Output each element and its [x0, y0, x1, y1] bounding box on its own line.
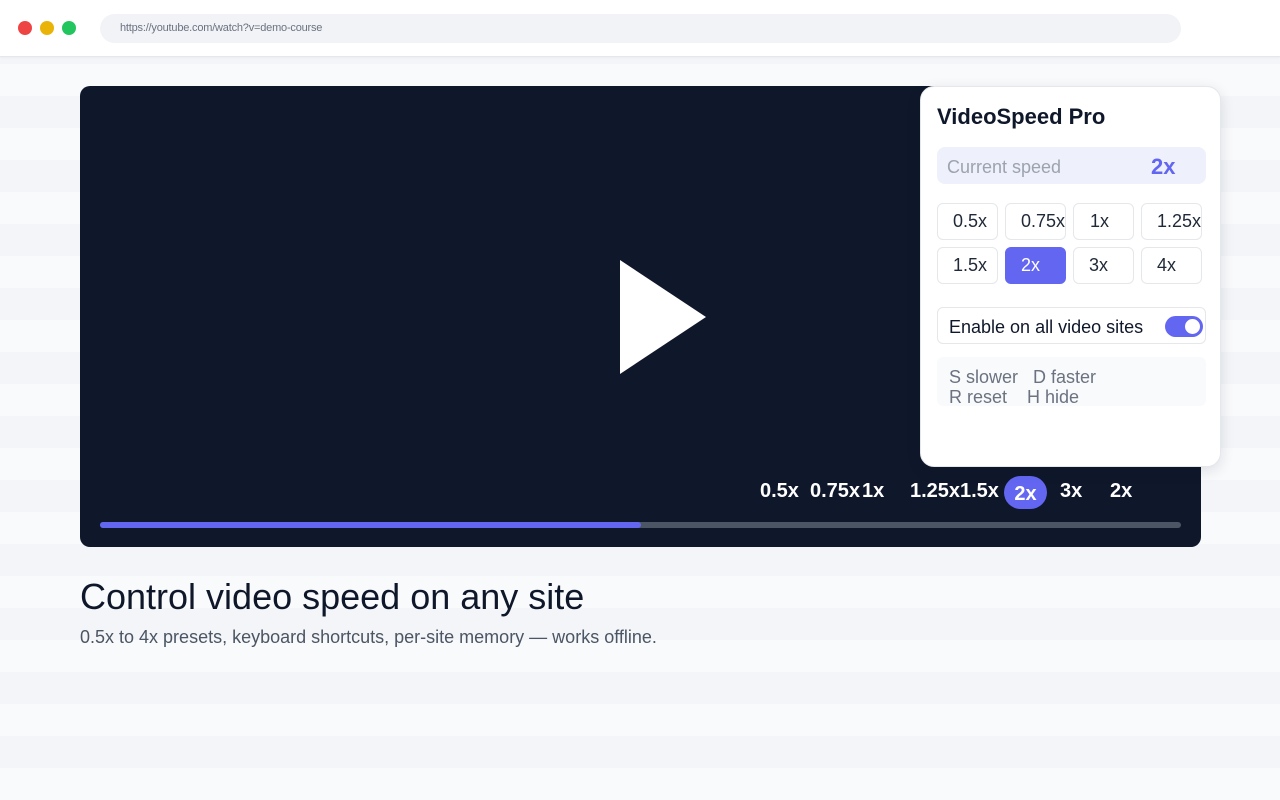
- keyboard-shortcuts: S slower D faster R reset H hide: [937, 357, 1206, 407]
- enable-all-sites-toggle[interactable]: [1165, 316, 1203, 337]
- preset-button-2x[interactable]: 2x: [1005, 247, 1066, 284]
- preset-button-1-25x[interactable]: 1.25x: [1141, 203, 1202, 240]
- page-headline: Control video speed on any site: [80, 576, 585, 617]
- speed-chip-1x[interactable]: 1x: [862, 474, 884, 508]
- shortcut-reset: R reset: [949, 387, 1008, 407]
- browser-toolbar: https://youtube.com/watch?v=demo-course: [0, 0, 1280, 57]
- speed-chip-3x[interactable]: 3x: [1060, 474, 1082, 508]
- window-minimize-dot[interactable]: [40, 21, 54, 35]
- preset-button-1-5x[interactable]: 1.5x: [937, 247, 998, 284]
- current-speed-overlay: 2x: [1110, 480, 1133, 502]
- shortcut-hide: H hide: [1027, 387, 1080, 407]
- window-maximize-dot[interactable]: [62, 21, 76, 35]
- speed-chip-1-5x[interactable]: 1.5x: [960, 474, 999, 508]
- play-icon[interactable]: [620, 260, 706, 374]
- speed-chip-2x-active[interactable]: 2x: [1004, 476, 1047, 509]
- popup-title: VideoSpeed Pro: [937, 104, 1106, 129]
- speed-chip-0-5x[interactable]: 0.5x: [760, 474, 799, 508]
- window-close-dot[interactable]: [18, 21, 32, 35]
- shortcut-faster: D faster: [1033, 367, 1097, 387]
- current-speed-value: 2x: [1151, 154, 1176, 179]
- url-bar[interactable]: https://youtube.com/watch?v=demo-course: [100, 14, 1181, 43]
- enable-all-sites-label: Enable on all video sites: [949, 317, 1144, 337]
- speed-chip-0-75x[interactable]: 0.75x: [810, 474, 860, 508]
- preset-button-1x[interactable]: 1x: [1073, 203, 1134, 240]
- preset-button-0-75x[interactable]: 0.75x: [1005, 203, 1066, 240]
- speed-chip-1-25x[interactable]: 1.25x: [910, 474, 960, 508]
- current-speed-box: Current speed 2x: [937, 147, 1206, 184]
- page-subline: 0.5x to 4x presets, keyboard shortcuts, …: [80, 627, 657, 647]
- preset-button-3x[interactable]: 3x: [1073, 247, 1134, 284]
- current-speed-label: Current speed: [947, 157, 1062, 177]
- progress-fill: [100, 522, 641, 528]
- enable-all-sites-row: Enable on all video sites: [937, 307, 1206, 344]
- preset-button-4x[interactable]: 4x: [1141, 247, 1202, 284]
- extension-popup: VideoSpeed Pro Current speed 2x 0.5x 0.7…: [920, 86, 1221, 467]
- progress-bar[interactable]: [100, 522, 1181, 528]
- shortcut-slower: S slower: [949, 367, 1019, 387]
- toggle-knob: [1185, 319, 1200, 334]
- preset-button-0-5x[interactable]: 0.5x: [937, 203, 998, 240]
